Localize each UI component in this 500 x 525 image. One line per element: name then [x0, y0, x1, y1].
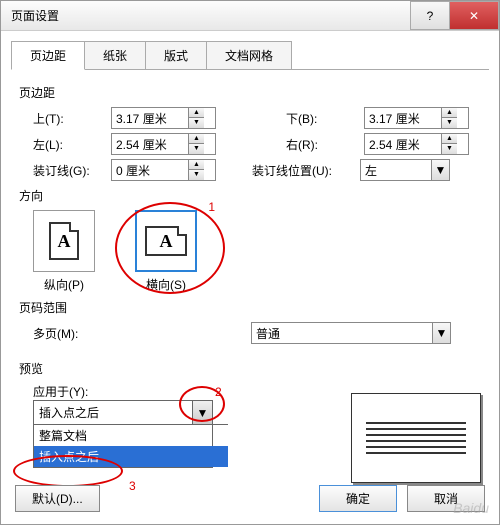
apply-to-option-after[interactable]: 插入点之后 [34, 446, 228, 467]
apply-to-value: 插入点之后 [34, 401, 192, 424]
page-setup-dialog: 页面设置 ? ✕ 页边距 纸张 版式 文档网格 页边距 上(T): ▲▼ 下(B… [0, 0, 500, 525]
landscape-icon: A [145, 226, 187, 256]
left-input[interactable] [112, 137, 188, 151]
dialog-title: 页面设置 [11, 7, 411, 24]
bottom-label: 下(B): [286, 110, 364, 127]
right-spinner[interactable]: ▲▼ [364, 133, 469, 155]
bottom-spinner[interactable]: ▲▼ [364, 107, 469, 129]
tab-paper[interactable]: 纸张 [84, 41, 146, 70]
preview-section-label: 预览 [19, 360, 481, 377]
close-icon: ✕ [469, 9, 479, 23]
pages-section-label: 页码范围 [19, 299, 481, 316]
left-spinner[interactable]: ▲▼ [111, 133, 216, 155]
top-label: 上(T): [33, 110, 111, 127]
gutter-pos-combo[interactable]: 左 ▼ [360, 159, 450, 181]
right-input[interactable] [365, 137, 441, 151]
button-bar: 默认(D)... 确定 取消 [15, 485, 485, 512]
default-button[interactable]: 默认(D)... [15, 485, 100, 512]
top-spinner[interactable]: ▲▼ [111, 107, 216, 129]
portrait-icon: A [49, 222, 79, 260]
apply-to-label: 应用于(Y): [33, 383, 219, 400]
portrait-label: 纵向(P) [33, 276, 95, 293]
help-icon: ? [427, 9, 434, 23]
orientation-portrait[interactable]: A 纵向(P) [33, 210, 95, 293]
tab-strip: 页边距 纸张 版式 文档网格 [11, 41, 489, 70]
top-input[interactable] [112, 111, 188, 125]
gutter-pos-value: 左 [361, 160, 431, 180]
cancel-button[interactable]: 取消 [407, 485, 485, 512]
close-button[interactable]: ✕ [449, 1, 499, 30]
tab-grid[interactable]: 文档网格 [206, 41, 292, 70]
spin-up-icon[interactable]: ▲ [189, 108, 204, 118]
margins-section-label: 页边距 [19, 84, 481, 101]
titlebar: 页面设置 ? ✕ [1, 1, 499, 31]
help-button[interactable]: ? [410, 1, 450, 30]
gutter-input[interactable] [112, 163, 188, 177]
spin-down-icon[interactable]: ▼ [189, 118, 204, 128]
tab-margins[interactable]: 页边距 [11, 41, 85, 70]
preview-thumbnail [351, 393, 481, 483]
content-area: 页边距 上(T): ▲▼ 下(B): ▲▼ 左(L): [1, 70, 499, 491]
orientation-section-label: 方向 [19, 187, 481, 204]
apply-to-option-whole[interactable]: 整篇文档 [34, 425, 228, 446]
orientation-landscape[interactable]: A 横向(S) 1 [135, 210, 197, 293]
annotation-2: 2 [215, 385, 222, 399]
landscape-label: 横向(S) [135, 276, 197, 293]
gutter-spinner[interactable]: ▲▼ [111, 159, 216, 181]
left-label: 左(L): [33, 136, 111, 153]
chevron-down-icon[interactable]: ▼ [432, 323, 450, 343]
ok-button[interactable]: 确定 [319, 485, 397, 512]
annotation-1: 1 [208, 200, 215, 214]
apply-to-listbox: 整篇文档 插入点之后 [34, 424, 228, 467]
multipage-label: 多页(M): [33, 325, 111, 342]
chevron-down-icon[interactable]: ▼ [431, 160, 449, 180]
gutter-pos-label: 装订线位置(U): [252, 162, 360, 179]
chevron-down-icon[interactable]: ▼ [192, 401, 212, 424]
tab-layout[interactable]: 版式 [145, 41, 207, 70]
right-label: 右(R): [286, 136, 364, 153]
apply-to-combo[interactable]: 插入点之后 ▼ 整篇文档 插入点之后 [33, 400, 213, 468]
bottom-input[interactable] [365, 111, 441, 125]
multipage-combo[interactable]: 普通 ▼ [251, 322, 451, 344]
multipage-value: 普通 [252, 323, 432, 343]
gutter-label: 装订线(G): [33, 162, 111, 179]
